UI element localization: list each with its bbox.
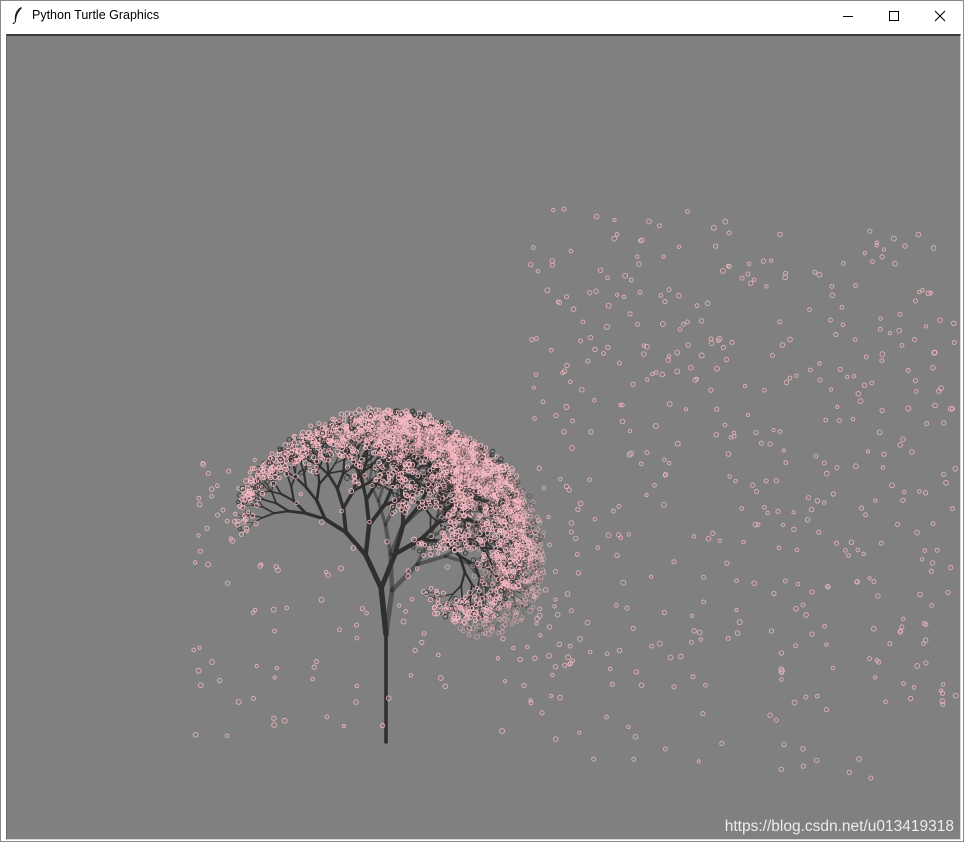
tree-branch [327, 473, 339, 491]
tree-branch [469, 616, 472, 626]
blossom-petal [416, 548, 422, 554]
tree-branch [261, 512, 276, 519]
blossom-petal [269, 451, 275, 457]
close-icon [934, 10, 946, 21]
tree-branch [273, 510, 290, 515]
window-title: Python Turtle Graphics [32, 8, 160, 22]
tree-branch [336, 472, 345, 491]
tree-branch [469, 595, 472, 606]
blossom-petal [286, 436, 293, 443]
title-bar[interactable]: Python Turtle Graphics [1, 1, 963, 30]
tree-branch [342, 458, 346, 475]
blossom-petal [233, 511, 238, 517]
tree-branch [388, 552, 395, 593]
minimize-icon [843, 15, 853, 17]
close-button[interactable] [917, 1, 963, 30]
tree-branch [359, 477, 369, 502]
blossom-petal [237, 526, 242, 531]
tree-branch [363, 523, 372, 558]
blossom-petal [316, 421, 322, 426]
tree-branch [463, 570, 473, 586]
tree-branch [326, 459, 330, 476]
blossom-petal [254, 492, 260, 499]
blossom-petal [463, 550, 469, 556]
blossom-petal [467, 436, 473, 441]
tree-branch [460, 570, 466, 587]
tree-branch [304, 486, 319, 503]
maximize-button[interactable] [871, 1, 917, 30]
tree-branch [452, 584, 463, 595]
feather-icon [12, 7, 22, 24]
tree-branch [343, 530, 368, 558]
turtle-canvas[interactable]: https://blog.csdn.net/u013419318 [6, 34, 961, 840]
blossom-petal [427, 551, 434, 558]
blossom-petal [422, 412, 427, 417]
tree-branch [363, 552, 384, 591]
blossom-petal [338, 411, 344, 417]
blossoms [191, 206, 959, 781]
blossom-petal [277, 475, 282, 481]
blossom-petal [356, 407, 362, 413]
tree-branch [466, 561, 489, 565]
blossom-petal [247, 470, 252, 475]
blossom-petal [243, 478, 249, 484]
maximize-icon [889, 10, 899, 21]
tree-branch [389, 562, 420, 593]
blossom-petal [253, 521, 259, 527]
blossom-petal [308, 423, 314, 429]
tree-branch [271, 481, 274, 493]
tree-branch [335, 487, 345, 510]
blossom-petal [416, 410, 423, 416]
minimize-button[interactable] [825, 1, 871, 30]
blossom-petal [239, 531, 245, 537]
blossom-petal [436, 551, 441, 556]
blossom-petal [427, 546, 432, 551]
tree-branch [275, 502, 290, 513]
tree-branch [315, 482, 321, 503]
blossom-petal [490, 448, 496, 454]
blossom-petal [344, 475, 350, 481]
blossom-petal [235, 499, 241, 505]
tree-drawing [191, 206, 959, 781]
tree-branch [262, 506, 276, 515]
app-window: Python Turtle Graphics https://blog.csdn… [0, 0, 964, 842]
tree-branch [460, 584, 463, 599]
tree-branch [286, 474, 293, 488]
tree-branch [383, 587, 395, 637]
tree-branch [244, 504, 254, 506]
